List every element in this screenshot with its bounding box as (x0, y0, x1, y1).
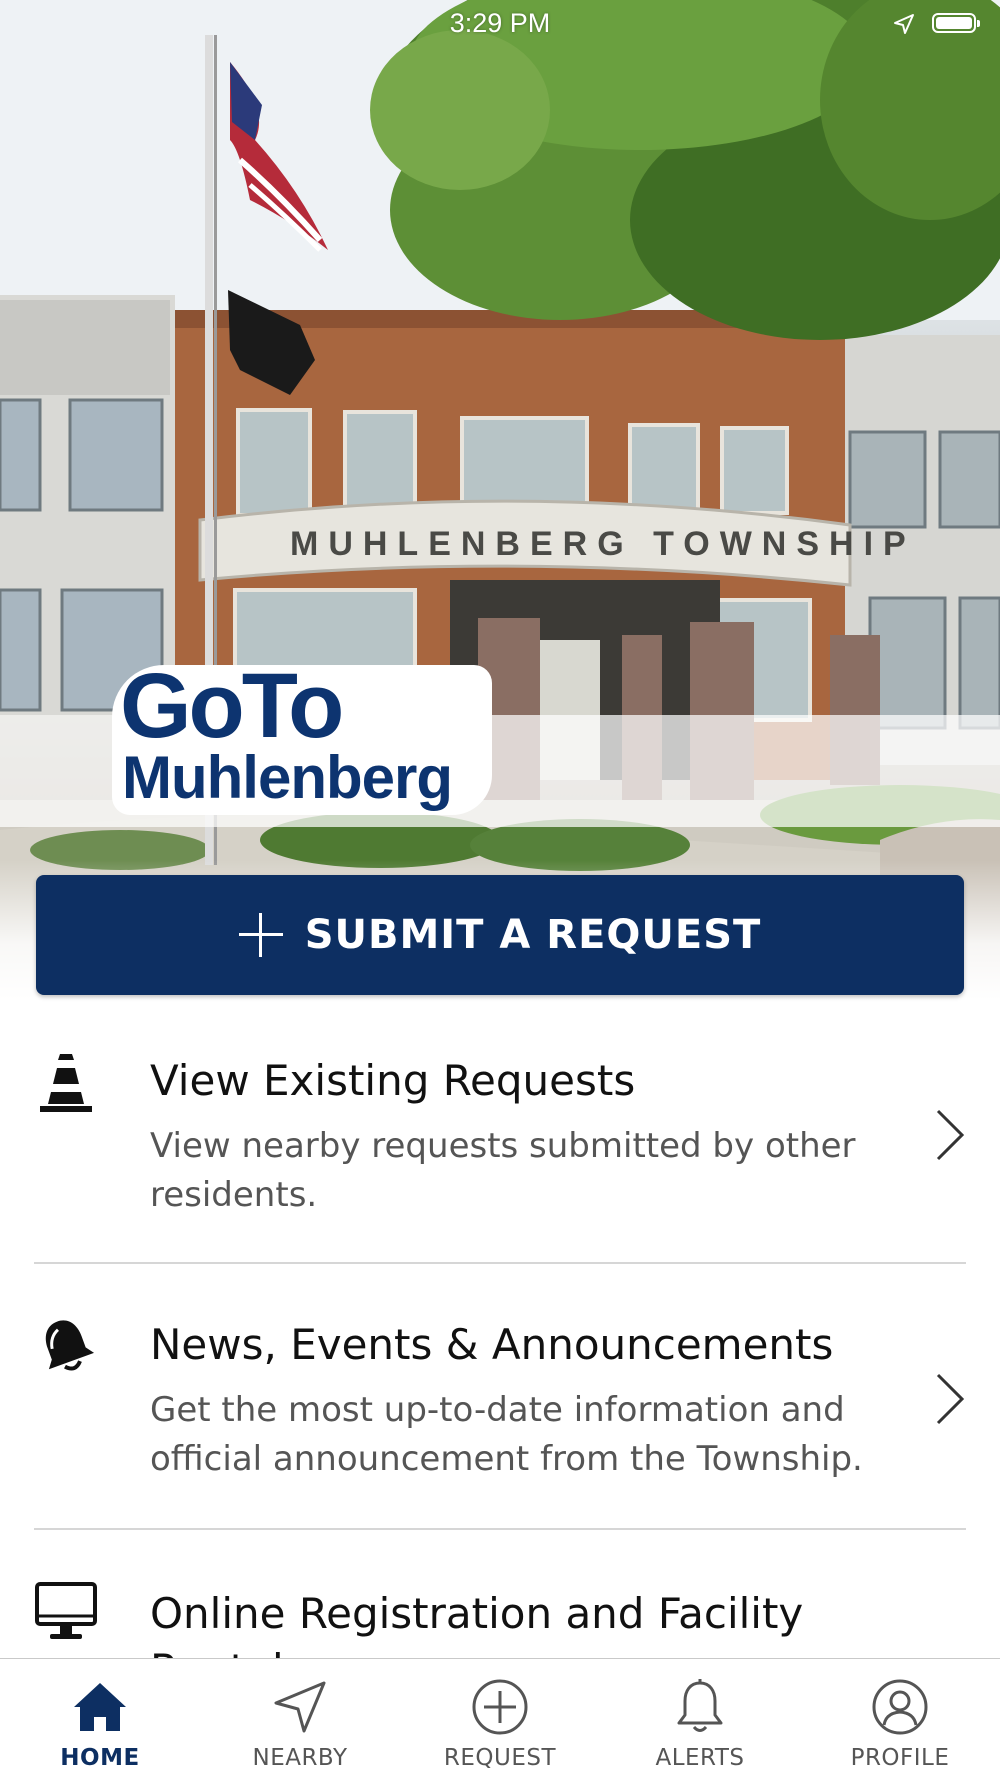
logo-muhlenberg-text: Muhlenberg (122, 744, 453, 811)
home-icon (74, 1683, 126, 1731)
battery-icon (932, 13, 980, 33)
bell-icon (45, 1320, 95, 1371)
tab-home[interactable]: HOME (0, 1659, 200, 1778)
tab-profile[interactable]: PROFILE (800, 1659, 1000, 1778)
list-item-view-existing-requests[interactable]: View Existing Requests View nearby reque… (0, 1000, 1000, 1262)
building-sign: MUHLENBERG TOWNSHIP (290, 525, 916, 563)
item-description: View nearby requests submitted by other … (150, 1126, 856, 1215)
plus-icon (238, 913, 283, 957)
chevron-right-icon (936, 1373, 965, 1425)
bell-icon (677, 1679, 723, 1732)
item-description: Get the most up-to-date information and … (150, 1390, 863, 1479)
item-title: View Existing Requests (150, 1056, 636, 1105)
logo-goto-text: GoTo (120, 655, 344, 757)
tab-label: ALERTS (655, 1745, 745, 1771)
tab-nearby[interactable]: NEARBY (200, 1659, 400, 1778)
user-circle-icon (872, 1679, 928, 1735)
submit-request-button[interactable]: SUBMIT A REQUEST (36, 875, 964, 995)
app-screen: MUHLENBERG TOWNSHIP 3:29 PM GoTo Muhlenb… (0, 0, 1000, 1778)
tab-alerts[interactable]: ALERTS (600, 1659, 800, 1778)
status-bar: 3:29 PM (0, 0, 1000, 50)
traffic-cone-icon (40, 1054, 92, 1112)
location-services-icon (894, 14, 914, 34)
plus-circle-icon (472, 1679, 528, 1735)
status-time: 3:29 PM (449, 8, 551, 38)
computer-monitor-icon (35, 1582, 97, 1639)
item-title: News, Events & Announcements (150, 1320, 834, 1369)
township-building-photo: MUHLENBERG TOWNSHIP (0, 0, 1000, 1000)
tab-bar: HOME NEARBY REQUEST ALERTS PROFILE (0, 1658, 1000, 1778)
tab-label: HOME (60, 1745, 140, 1771)
tab-request[interactable]: REQUEST (400, 1659, 600, 1778)
location-arrow-icon (274, 1681, 326, 1733)
tab-label: NEARBY (252, 1745, 348, 1771)
submit-request-label: SUBMIT A REQUEST (304, 912, 762, 958)
tab-label: REQUEST (443, 1745, 557, 1771)
list-item-news-events-announcements[interactable]: News, Events & Announcements Get the mos… (0, 1264, 1000, 1526)
chevron-right-icon (936, 1109, 965, 1161)
hero-image: MUHLENBERG TOWNSHIP 3:29 PM GoTo Muhlenb… (0, 0, 1000, 1000)
tab-label: PROFILE (850, 1745, 950, 1771)
